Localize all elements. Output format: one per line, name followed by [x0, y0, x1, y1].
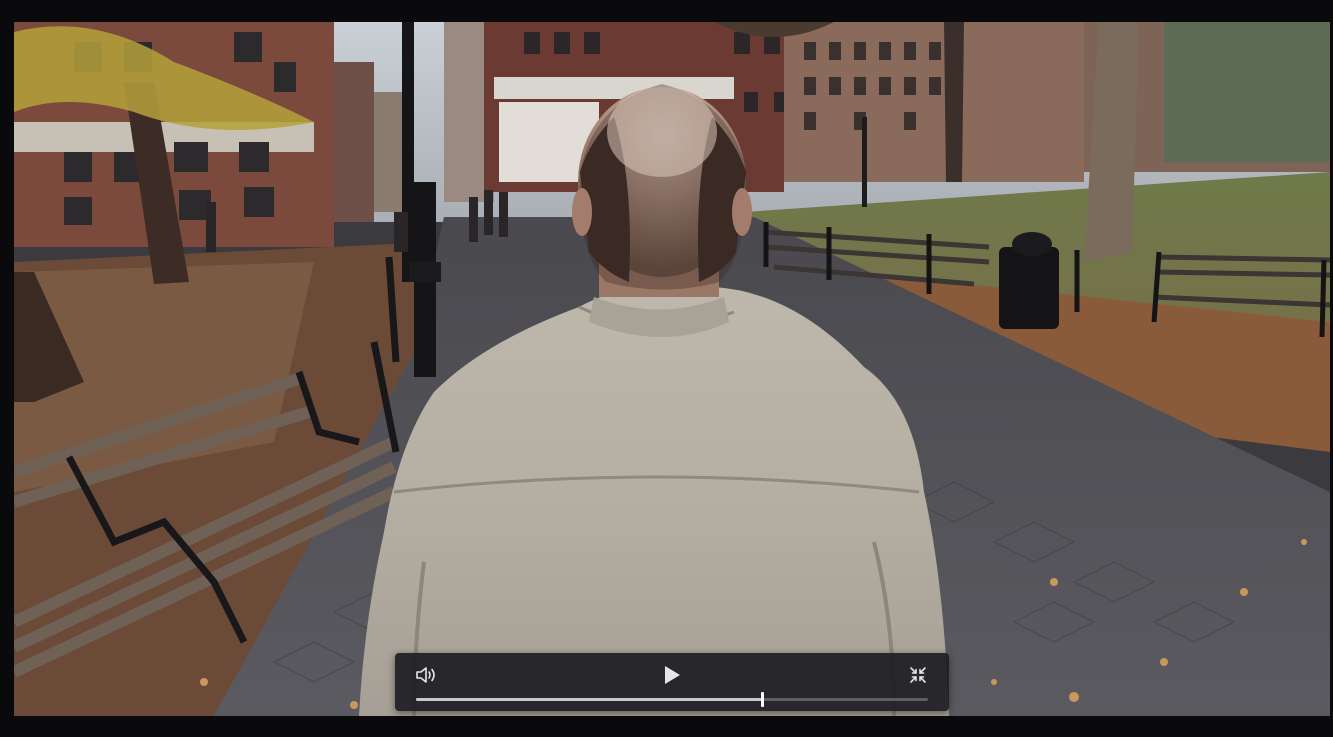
exit-fullscreen-button[interactable] [904, 661, 932, 689]
playback-scrubber[interactable] [416, 692, 928, 707]
speaker-volume-icon [416, 667, 435, 683]
video-frame[interactable] [14, 22, 1330, 716]
exit-fullscreen-icon [910, 667, 926, 683]
scrubber-thumb[interactable] [761, 692, 765, 707]
play-button[interactable] [658, 661, 686, 689]
video-player [0, 0, 1333, 737]
play-icon [665, 666, 680, 684]
volume-button[interactable] [413, 661, 441, 689]
video-still-image [14, 22, 1330, 716]
video-control-bar [395, 653, 949, 711]
scrubber-progress-fill [416, 698, 763, 701]
